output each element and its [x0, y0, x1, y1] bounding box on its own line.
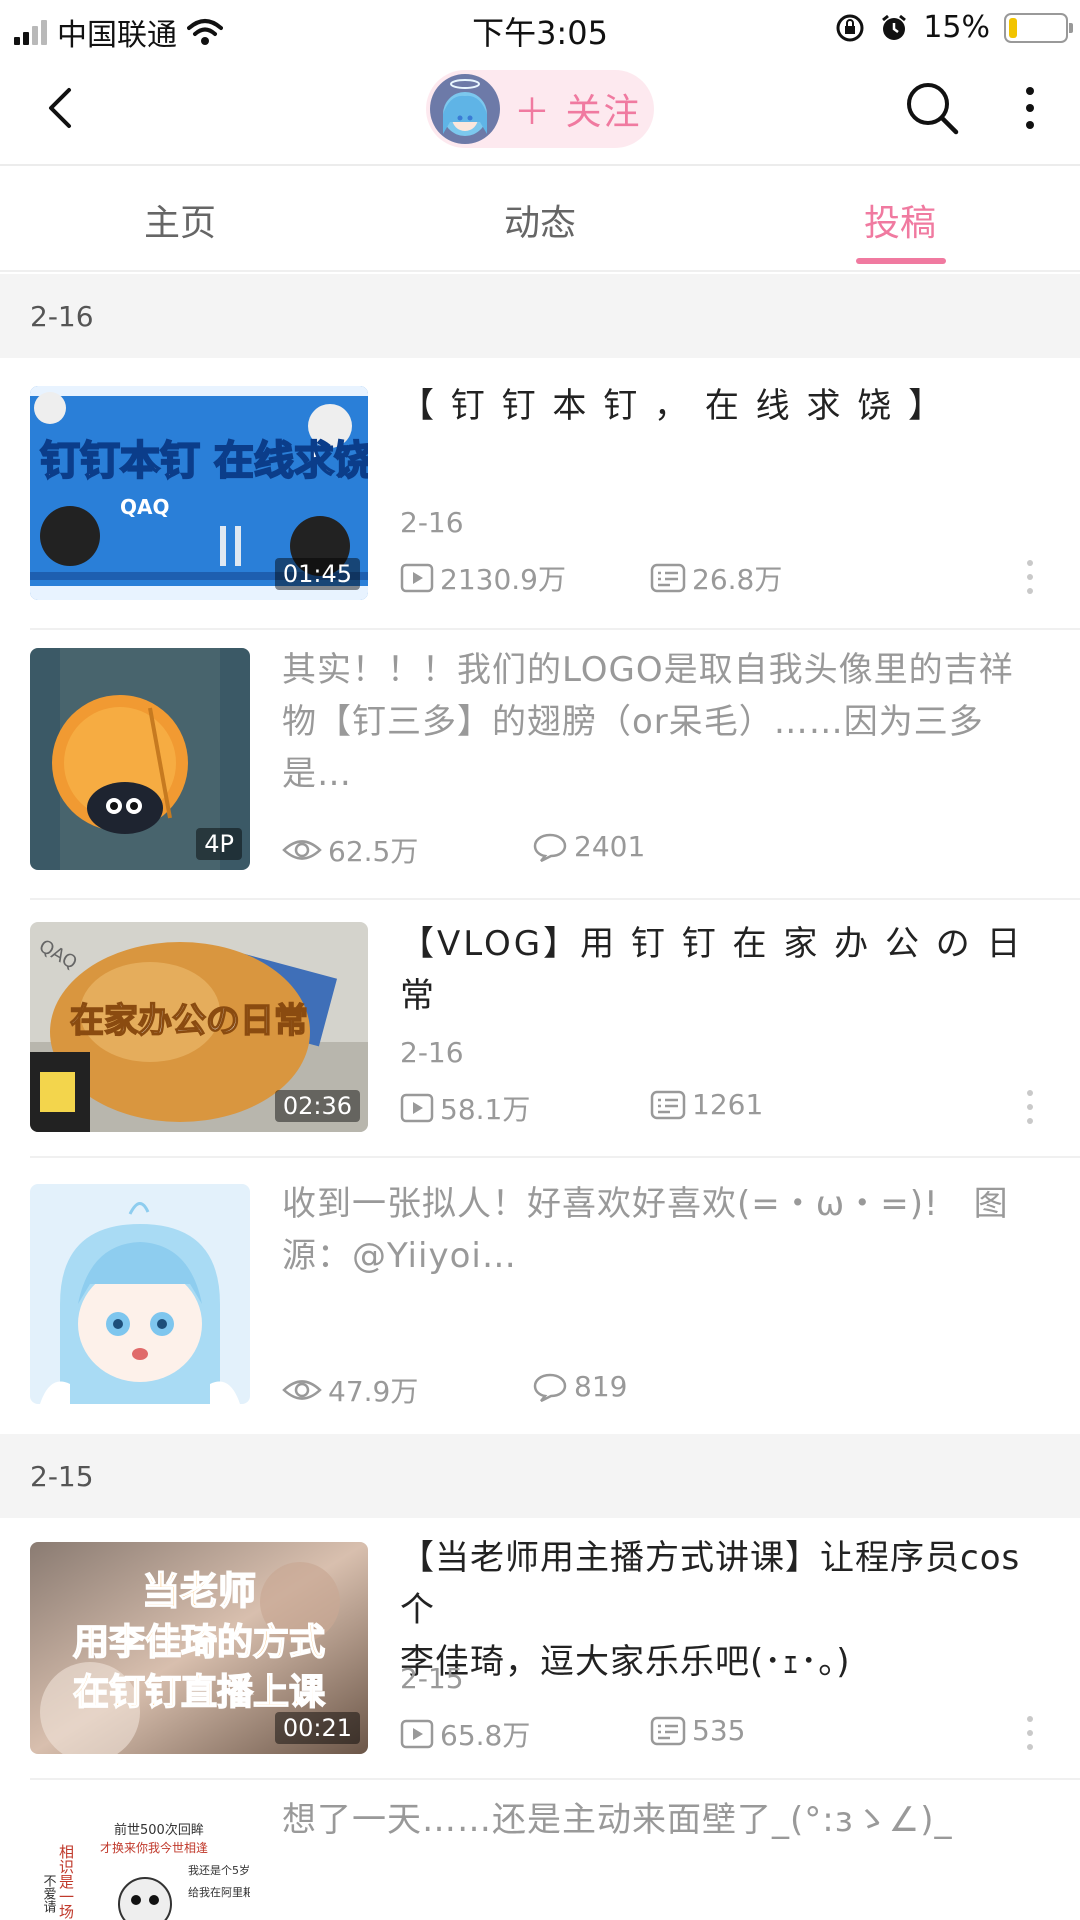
danmaku-icon — [650, 1090, 686, 1119]
active-tab-indicator — [856, 258, 946, 264]
comment-count: 819 — [532, 1370, 627, 1403]
comment-count: 2401 — [532, 830, 645, 863]
image-caption: 我还是个5岁的孩 — [188, 1863, 250, 1877]
eye-icon — [282, 840, 322, 860]
video-thumbnail[interactable]: 钉钉本钉 在线求饶 QAQ 01:45 — [30, 386, 368, 600]
top-bar: ＋ 关注 — [0, 56, 1080, 166]
lock-rotation-icon — [836, 14, 864, 41]
duration-badge: 00:21 — [274, 1712, 360, 1744]
play-count: 58.1万 — [400, 1088, 530, 1128]
image-caption: 不爱请 — [41, 1874, 57, 1913]
video-thumbnail[interactable]: QAQ 在家办公の日常 02:36 — [30, 922, 368, 1132]
video-title[interactable]: 【VLOG】用 钉 钉 在 家 办 公 の 日 常 — [400, 918, 1050, 1022]
danmaku-icon — [650, 563, 686, 593]
search-button[interactable] — [902, 78, 962, 138]
tab-home[interactable]: 主页 — [100, 194, 260, 246]
post-image[interactable] — [30, 1184, 250, 1404]
item-more-icon[interactable] — [1025, 1090, 1035, 1124]
thumbnail-line: 当老师 — [142, 1569, 256, 1613]
view-count: 62.5万 — [282, 830, 418, 870]
tab-submissions[interactable]: 投稿 — [820, 194, 980, 246]
image-caption: 前世500次回眸 — [114, 1822, 204, 1838]
view-count: 47.9万 — [282, 1370, 418, 1410]
video-thumbnail[interactable]: 当老师 用李佳琦的方式 在钉钉直播上课 00:21 — [30, 1542, 368, 1754]
danmaku-icon — [650, 1716, 686, 1745]
play-count: 65.8万 — [400, 1714, 530, 1754]
video-date: 2-16 — [400, 1036, 464, 1069]
danmaku-count: 535 — [650, 1714, 745, 1747]
comment-icon — [533, 833, 567, 862]
image-caption: 相识是一场 — [57, 1844, 75, 1920]
video-date: 2-16 — [400, 506, 464, 539]
video-item[interactable]: 钉钉本钉 在线求饶 QAQ 01:45 【 钉 钉 本 钉 ， 在 线 求 饶 … — [0, 358, 1080, 630]
danmaku-count: 1261 — [650, 1088, 763, 1121]
thumbnail-line: 用李佳琦的方式 — [73, 1622, 325, 1663]
danmaku-count: 26.8万 — [650, 558, 782, 598]
duration-badge: 01:45 — [274, 558, 360, 590]
date-section-header: 2-15 — [0, 1434, 1080, 1518]
back-chevron-icon — [49, 88, 71, 128]
image-caption: 给我在阿里耙 — [188, 1886, 250, 1899]
play-icon — [400, 563, 434, 593]
play-count: 2130.9万 — [400, 558, 566, 598]
eye-icon — [282, 1380, 322, 1400]
profile-tabs: 主页 动态 投稿 — [0, 166, 1080, 272]
date-section-header: 2-16 — [0, 274, 1080, 358]
item-more-icon[interactable] — [1025, 1716, 1035, 1750]
duration-badge: 02:36 — [274, 1090, 360, 1122]
image-caption: 才换来你我今世相逢 — [100, 1840, 208, 1855]
video-title[interactable]: 【 钉 钉 本 钉 ， 在 线 求 饶 】 — [400, 380, 1050, 432]
post-image[interactable]: 4P — [30, 648, 250, 870]
video-item[interactable]: QAQ 在家办公の日常 02:36 【VLOG】用 钉 钉 在 家 办 公 の … — [0, 900, 1080, 1158]
thumbnail-line: 在钉钉直播上课 — [73, 1672, 325, 1713]
page-count-badge: 4P — [196, 828, 242, 860]
follow-button[interactable]: ＋ 关注 — [426, 70, 654, 148]
video-title[interactable]: 【当老师用主播方式讲课】让程序员cos个 李佳琦，逗大家乐乐吧(･ｪ･。) — [400, 1532, 1050, 1688]
post-item[interactable]: 前世500次回眸 才换来你我今世相逢 我还是个5岁的孩 给我在阿里耙 相识是一场… — [0, 1780, 1080, 1920]
post-text[interactable]: 想了一天……还是主动来面壁了_(°:зゝ∠)_ — [282, 1794, 1050, 1846]
post-text[interactable]: 其实！！！我们的LOGO是取自我头像里的吉祥 物【钉三多】的翅膀（or呆毛）……… — [282, 644, 1050, 800]
battery-icon — [1004, 12, 1073, 43]
comment-icon — [533, 1373, 567, 1402]
play-icon — [400, 1093, 434, 1123]
thumbnail-title: 在家办公の日常 — [70, 1001, 308, 1041]
video-date: 2-15 — [400, 1662, 464, 1695]
post-text[interactable]: 收到一张拟人！好喜欢好喜欢(=・ω・=)! 图 源：@Yiiyoi… — [282, 1178, 1050, 1282]
item-more-icon[interactable] — [1025, 560, 1035, 594]
search-icon — [907, 83, 959, 135]
status-bar: 中国联通 下午3:05 15% — [0, 0, 1080, 56]
battery-percent: 15% — [923, 10, 990, 45]
back-button[interactable] — [30, 78, 90, 138]
video-item[interactable]: 当老师 用李佳琦的方式 在钉钉直播上课 00:21 【当老师用主播方式讲课】让程… — [0, 1518, 1080, 1780]
tab-dynamics[interactable]: 动态 — [460, 194, 620, 246]
alarm-icon — [882, 14, 907, 40]
thumbnail-title: 钉钉本钉 在线求饶 — [40, 438, 368, 484]
more-vertical-icon[interactable] — [1010, 78, 1050, 138]
avatar[interactable] — [430, 74, 500, 144]
follow-label: ＋ 关注 — [514, 92, 642, 133]
play-icon — [400, 1719, 434, 1749]
post-item[interactable]: 4P 其实！！！我们的LOGO是取自我头像里的吉祥 物【钉三多】的翅膀（or呆毛… — [0, 630, 1080, 900]
post-item[interactable]: 收到一张拟人！好喜欢好喜欢(=・ω・=)! 图 源：@Yiiyoi… 47.9万… — [0, 1158, 1080, 1434]
post-image[interactable]: 前世500次回眸 才换来你我今世相逢 我还是个5岁的孩 给我在阿里耙 相识是一场… — [30, 1804, 250, 1920]
thumbnail-tag: QAQ — [120, 495, 169, 519]
